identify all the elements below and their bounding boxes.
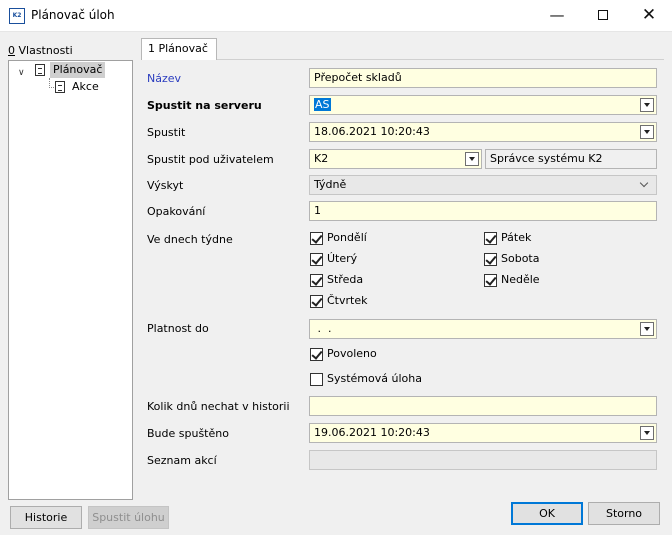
- ok-button[interactable]: OK: [511, 502, 583, 525]
- vyskyt-select[interactable]: Týdně: [309, 175, 657, 195]
- check-icon[interactable]: [310, 253, 323, 266]
- tree-item-akce[interactable]: Akce: [9, 79, 132, 95]
- tree-item-label: Plánovač: [50, 62, 106, 78]
- tab-divider: [217, 59, 664, 60]
- chevron-down-icon[interactable]: [640, 322, 654, 336]
- spustit-ulohu-button[interactable]: Spustit úlohu: [88, 506, 169, 529]
- spustit-label: Spustit: [147, 126, 186, 139]
- uzivatel-name-field: Správce systému K2: [485, 149, 657, 169]
- tree-item-label: Akce: [72, 80, 99, 93]
- server-select[interactable]: AS: [309, 95, 657, 115]
- bude-label: Bude spuštěno: [147, 427, 229, 440]
- chevron-down-icon[interactable]: [640, 180, 650, 188]
- chevron-down-icon[interactable]: [640, 125, 654, 139]
- opakovani-label: Opakování: [147, 205, 206, 218]
- seznam-field: [309, 450, 657, 470]
- nazev-input[interactable]: Přepočet skladů: [309, 68, 657, 88]
- nazev-label: Název: [147, 72, 182, 85]
- maximize-button[interactable]: [580, 0, 626, 32]
- tree-item-planovac[interactable]: ∨ Plánovač: [9, 62, 132, 78]
- historie-button[interactable]: Historie: [10, 506, 82, 529]
- uzivatel-label: Spustit pod uživatelem: [147, 153, 274, 166]
- title-bar: K2 Plánovač úloh — ✕: [0, 0, 672, 32]
- close-button[interactable]: ✕: [626, 0, 672, 32]
- window-title: Plánovač úloh: [31, 8, 115, 22]
- server-label: Spustit na serveru: [147, 99, 262, 112]
- minimize-button[interactable]: —: [534, 0, 580, 32]
- check-icon[interactable]: [310, 295, 323, 308]
- check-icon[interactable]: [310, 232, 323, 245]
- check-icon[interactable]: [310, 274, 323, 287]
- historie-days-label: Kolik dnů nechat v historii: [147, 400, 290, 413]
- check-icon[interactable]: [484, 232, 497, 245]
- platnost-label: Platnost do: [147, 322, 209, 335]
- document-icon: [35, 64, 45, 76]
- properties-tree[interactable]: ∨ Plánovač Akce: [8, 60, 133, 500]
- chevron-down-icon[interactable]: [465, 152, 479, 166]
- check-icon[interactable]: [484, 274, 497, 287]
- bude-datetime[interactable]: 19.06.2021 10:20:43: [309, 423, 657, 443]
- checkbox-empty-icon[interactable]: [310, 373, 323, 386]
- chevron-down-icon[interactable]: [640, 426, 654, 440]
- properties-header: 0 Vlastnosti: [8, 44, 73, 57]
- spustit-datetime[interactable]: 18.06.2021 10:20:43: [309, 122, 657, 142]
- opakovani-input[interactable]: 1: [309, 201, 657, 221]
- chevron-down-icon[interactable]: [640, 98, 654, 112]
- maximize-icon: [598, 9, 608, 20]
- check-icon[interactable]: [310, 348, 323, 361]
- dny-label: Ve dnech týdne: [147, 233, 233, 246]
- tab-planovac[interactable]: 1 Plánovač: [141, 38, 217, 60]
- vyskyt-label: Výskyt: [147, 179, 184, 192]
- seznam-label: Seznam akcí: [147, 454, 217, 467]
- check-icon[interactable]: [484, 253, 497, 266]
- document-icon: [55, 81, 65, 93]
- storno-button[interactable]: Storno: [588, 502, 660, 525]
- platnost-date[interactable]: . .: [309, 319, 657, 339]
- uzivatel-select[interactable]: K2: [309, 149, 482, 169]
- historie-days-input[interactable]: [309, 396, 657, 416]
- k2-app-icon: K2: [9, 8, 25, 24]
